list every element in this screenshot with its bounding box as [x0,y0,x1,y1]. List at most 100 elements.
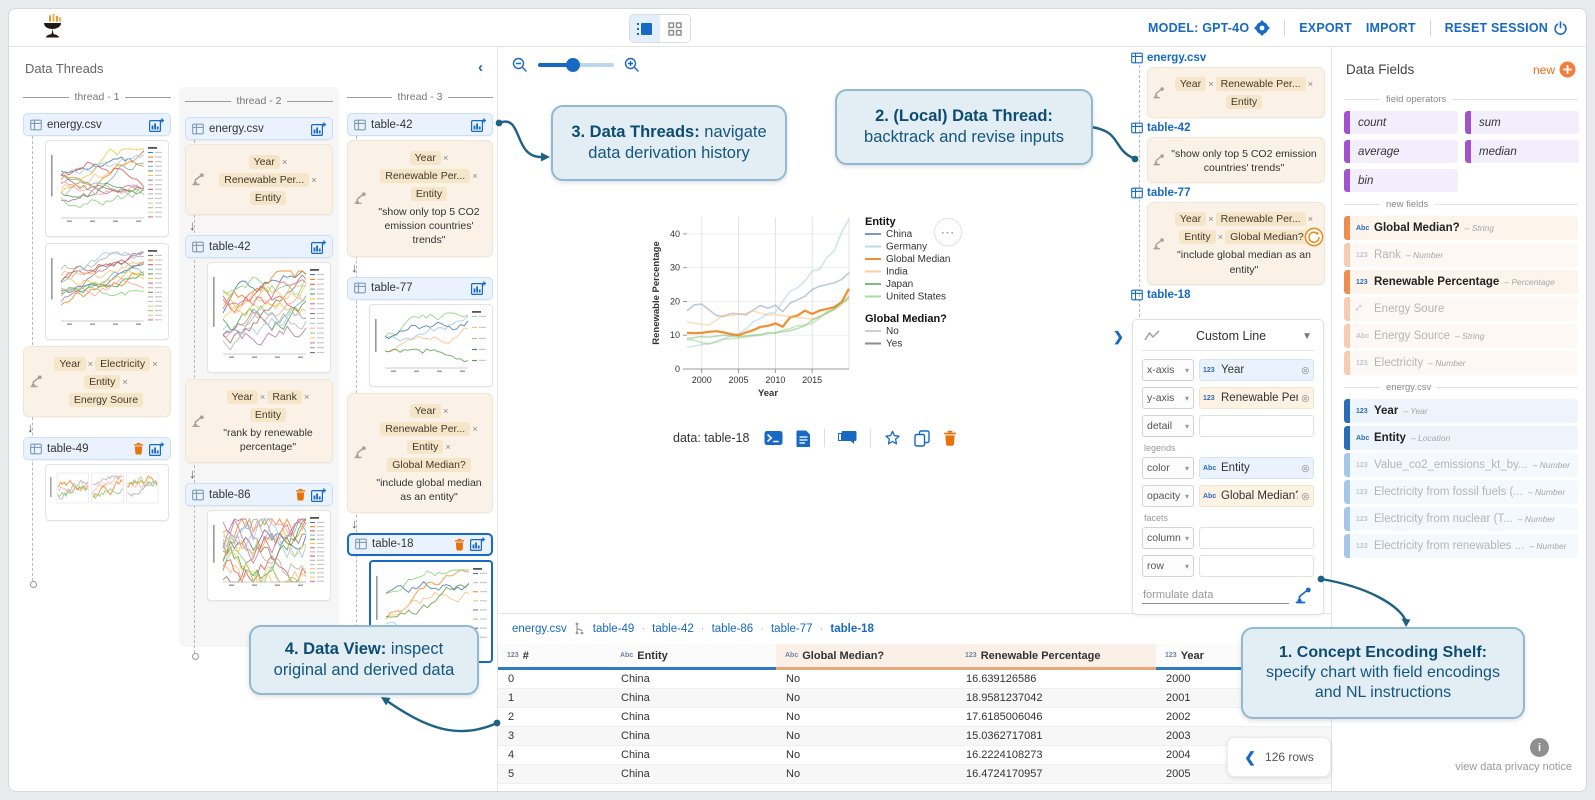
field-item[interactable]: AbcEntity– Location [1344,426,1578,450]
chart-menu-button[interactable]: ⋯ [934,218,962,246]
thread-table-card[interactable]: table-42 [185,235,333,258]
breadcrumb-table[interactable]: table-49 [593,623,635,635]
remove-field-icon[interactable]: × [304,392,310,403]
column-header[interactable]: 123Renewable Percentage [956,644,1156,670]
chart-type-selector[interactable]: Custom Line [1168,329,1294,343]
delete-table-icon[interactable] [295,488,306,501]
encoding-value-field[interactable] [1199,415,1314,437]
local-transform-card[interactable]: Year×Renewable Per...×Entity×Global Medi… [1147,202,1325,284]
breadcrumb-table[interactable]: table-77 [771,623,813,635]
remove-field-icon[interactable]: × [1308,214,1314,225]
field-item[interactable]: ⤢Energy Soure [1344,297,1578,321]
chart-thumbnail[interactable] [207,510,331,601]
operator-chip-average[interactable]: average [1344,140,1458,163]
model-selector[interactable]: MODEL: GPT-4O [1148,20,1270,36]
thread-table-card[interactable]: energy.csv [23,113,171,136]
channel-selector[interactable]: detail▾ [1142,415,1194,437]
create-chart-icon[interactable] [470,537,485,551]
local-thread-table-link[interactable]: table-18 [1131,289,1331,301]
zoom-out-icon[interactable] [512,57,528,73]
reset-session-button[interactable]: RESET SESSION [1445,21,1568,36]
thread-table-card[interactable]: table-42 [347,113,493,136]
document-icon[interactable] [796,430,811,447]
remove-field-icon[interactable]: × [311,175,317,186]
remove-encoding-icon[interactable]: ⊗ [1301,490,1310,503]
delete-table-icon[interactable] [133,442,144,455]
encoding-value-field[interactable]: AbcEntity⊗ [1199,457,1314,479]
new-field-button[interactable]: new [1533,61,1576,78]
create-chart-icon[interactable] [471,281,486,295]
code-terminal-icon[interactable] [764,430,783,446]
field-item[interactable]: 123Electricity from fossil fuels (...– N… [1344,480,1578,504]
transform-card[interactable]: Year×Electricity×Entity×Energy Soure [23,346,171,417]
transform-card[interactable]: Year×Renewable Per...×Entity"show only t… [347,140,493,257]
encoding-value-field[interactable] [1199,527,1314,549]
thread-table-card[interactable]: table-77 [347,277,493,300]
collapse-panel-icon[interactable]: ‹ [478,59,483,76]
create-chart-icon[interactable] [311,240,326,254]
remove-field-icon[interactable]: × [260,392,266,403]
chart-thumbnail[interactable] [45,243,169,340]
formulate-robot-icon[interactable] [1295,587,1314,604]
create-chart-icon[interactable] [149,118,164,132]
channel-selector[interactable]: opacity▾ [1142,485,1194,507]
transform-card[interactable]: Year×Rank×Entity"rank by renewable perce… [185,379,333,463]
create-chart-icon[interactable] [149,442,164,456]
remove-encoding-icon[interactable]: ⊗ [1301,462,1310,475]
channel-selector[interactable]: y-axis▾ [1142,387,1194,409]
chart-thumbnail[interactable] [369,304,493,387]
remove-field-icon[interactable]: × [472,424,478,435]
breadcrumb-source-table[interactable]: energy.csv [512,623,567,635]
create-chart-icon[interactable] [311,122,326,136]
operator-chip-bin[interactable]: bin [1344,169,1458,192]
transform-card[interactable]: Year×Renewable Per...×Entity×Global Medi… [347,393,493,513]
list-view-button[interactable] [630,15,660,42]
column-header[interactable]: 123# [498,644,611,670]
field-item[interactable]: 123Year– Year [1344,399,1578,423]
column-header[interactable]: AbcEntity [611,644,776,670]
remove-field-icon[interactable]: × [122,377,128,388]
thread-table-card[interactable]: energy.csv [185,117,333,140]
table-row[interactable]: 1ChinaNo18.95812370422001 [498,689,1331,708]
encoding-value-field[interactable]: 123Renewable Per...⊗ [1199,387,1314,409]
field-item[interactable]: AbcEnergy Source– String [1344,324,1578,348]
local-thread-table-link[interactable]: table-42 [1131,122,1331,134]
table-row[interactable]: 5ChinaNo16.47241709572005 [498,765,1331,784]
encoding-value-field[interactable]: AbcGlobal Median?⊗ [1199,485,1314,507]
field-item[interactable]: 123Rank– Number [1344,243,1578,267]
remove-field-icon[interactable]: × [1208,214,1214,225]
encoding-value-field[interactable]: 123Year⊗ [1199,359,1314,381]
table-row[interactable]: 0ChinaNo16.6391265862000 [498,670,1331,689]
breadcrumb-table[interactable]: table-86 [712,623,754,635]
info-icon[interactable]: i [1530,738,1549,757]
remove-encoding-icon[interactable]: ⊗ [1301,392,1310,405]
field-item[interactable]: 123Value_co2_emissions_kt_by...– Number [1344,453,1578,477]
field-item[interactable]: 123Electricity from nuclear (T...– Numbe… [1344,507,1578,531]
table-row[interactable]: 2ChinaNo17.61850060462002 [498,708,1331,727]
remove-field-icon[interactable]: × [472,171,478,182]
table-row[interactable]: 3ChinaNo15.03627170812003 [498,727,1331,746]
breadcrumb-table[interactable]: table-18 [830,623,873,635]
chevron-down-icon[interactable]: ▼ [1302,331,1312,342]
remove-encoding-icon[interactable]: ⊗ [1301,364,1310,377]
remove-field-icon[interactable]: × [443,406,449,417]
field-item[interactable]: AbcGlobal Median?– String [1344,216,1578,240]
thread-table-card[interactable]: table-49 [23,437,171,460]
privacy-notice-link[interactable]: view data privacy notice [1455,761,1572,773]
encoding-value-field[interactable] [1199,555,1314,577]
chart-thumbnail[interactable] [207,262,331,373]
local-transform-card[interactable]: Year×Renewable Per...×Entity [1147,67,1325,118]
remove-field-icon[interactable]: × [1208,79,1214,90]
export-button[interactable]: EXPORT [1299,21,1352,35]
local-thread-table-link[interactable]: table-77 [1131,187,1331,199]
remove-field-icon[interactable]: × [445,442,451,453]
channel-selector[interactable]: column▾ [1142,527,1194,549]
expand-shelf-icon[interactable]: ❯ [1113,329,1124,345]
star-icon[interactable] [884,430,901,446]
delete-table-icon[interactable] [454,538,465,551]
thread-table-card[interactable]: table-86 [185,483,333,506]
refresh-icon[interactable] [1304,227,1324,247]
grid-view-button[interactable] [660,15,690,42]
gear-icon[interactable] [1254,20,1270,36]
remove-field-icon[interactable]: × [443,153,449,164]
